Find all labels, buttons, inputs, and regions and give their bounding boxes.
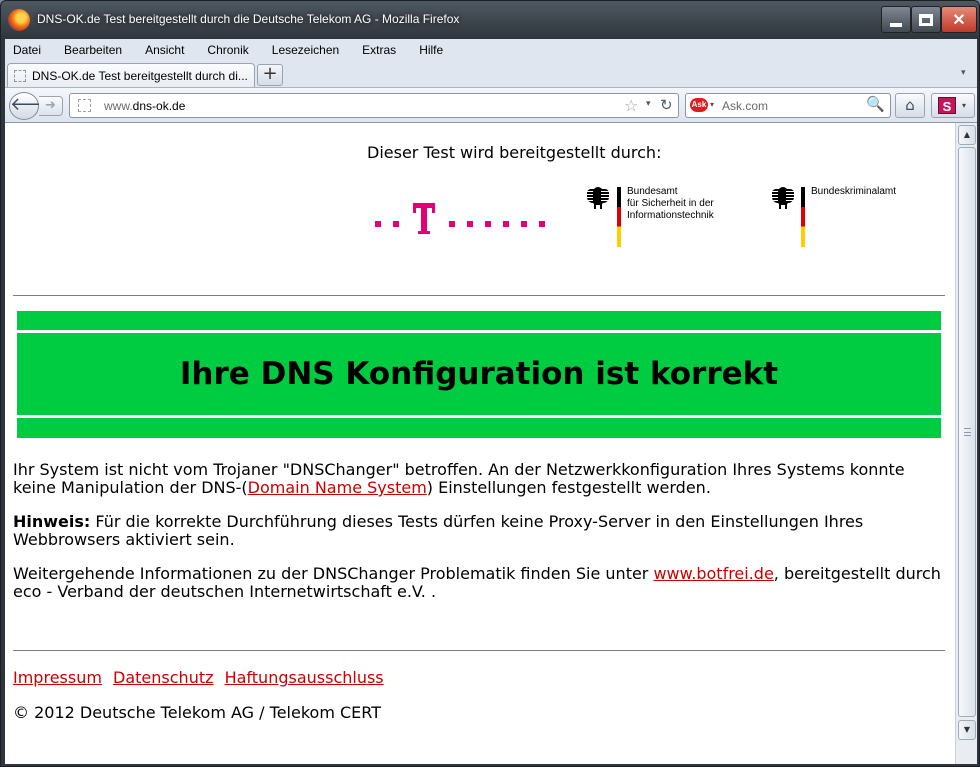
menu-chronik[interactable]: Chronik [203,43,252,57]
menu-hilfe[interactable]: Hilfe [415,43,447,57]
menu-lesezeichen[interactable]: Lesezeichen [268,43,343,57]
hint-paragraph: Hinweis: Für die korrekte Durchführung d… [13,512,864,549]
search-bar[interactable]: Ask ▾ Ask.com 🔍 [685,93,891,118]
menu-bearbeiten[interactable]: Bearbeiten [60,43,126,57]
bookmark-star-icon[interactable]: ☆ [624,96,638,115]
status-banner: Ihre DNS Konfiguration ist korrekt [17,311,941,439]
domain-name-system-link[interactable]: Domain Name System [248,478,427,497]
divider-bottom [13,650,945,651]
title-bar[interactable]: DNS-OK.de Test bereitgestellt durch die … [1,1,979,39]
addon-s-icon: S [938,97,956,114]
haftungsausschluss-link[interactable]: Haftungsausschluss [225,668,384,687]
impressum-link[interactable]: Impressum [13,668,102,687]
url-bar[interactable]: www.dns-ok.de ☆ ▾ ↻ [69,93,679,118]
minimize-button[interactable] [881,6,911,33]
back-button[interactable]: 🡐 [9,92,58,120]
banner-title: Ihre DNS Konfiguration ist korrekt [179,356,779,392]
grip-icon [964,428,971,436]
browser-chrome: Datei Bearbeiten Ansicht Chronik Lesezei… [5,39,977,123]
forward-arrow-icon: ➜ [45,98,56,113]
result-paragraph: Ihr System ist nicht vom Trojaner "DNSCh… [13,460,905,497]
menu-extras[interactable]: Extras [358,43,400,57]
site-identity-icon[interactable] [78,99,91,112]
tab-bar: DNS-OK.de Test bereitgestellt durch di..… [5,61,977,87]
telekom-logo [375,203,547,239]
tab-label: DNS-OK.de Test bereitgestellt durch di..… [32,68,248,83]
search-magnifier-icon[interactable]: 🔍 [866,95,885,113]
close-button[interactable]: ✕ [941,6,977,33]
maximize-button[interactable] [911,6,941,33]
maximize-icon [919,13,933,26]
federal-eagle-icon [772,185,794,209]
botfrei-link[interactable]: www.botfrei.de [653,564,773,583]
url-domain: dns-ok.de [132,99,186,113]
scroll-up-button[interactable]: ▲ [958,125,976,145]
window-title: DNS-OK.de Test bereitgestellt durch die … [37,12,460,26]
menu-bar: Datei Bearbeiten Ansicht Chronik Lesezei… [5,39,977,61]
forward-button[interactable]: ➜ [39,96,63,116]
datenschutz-link[interactable]: Datenschutz [113,668,213,687]
tab-dns-ok[interactable]: DNS-OK.de Test bereitgestellt durch di..… [7,63,255,87]
addon-dropdown-icon[interactable]: ▾ [962,101,966,110]
close-icon: ✕ [952,11,966,29]
bka-text: Bundeskriminalamt [811,186,897,197]
divider-top [13,295,945,296]
bsi-text: Bundesamt für Sicherheit in der Informat… [627,186,714,221]
ask-engine-icon[interactable]: Ask [690,98,708,112]
url-prefix: www. [104,99,133,113]
home-icon: ⌂ [905,96,915,114]
history-dropdown-icon[interactable]: ▾ [646,99,651,109]
minimize-icon [890,22,902,27]
vertical-scrollbar[interactable]: ▲ ▼ [955,123,977,764]
scroll-thumb[interactable] [958,147,976,717]
url-text[interactable]: www.dns-ok.de [104,99,185,113]
page-favicon-icon [14,69,26,82]
menu-datei[interactable]: Datei [9,43,45,57]
info-paragraph: Weitergehende Informationen zu der DNSCh… [13,564,941,601]
federal-eagle-icon [587,185,609,209]
search-input[interactable]: Ask.com [722,99,768,113]
tab-list-chevron-icon[interactable]: ▾ [961,68,966,78]
home-button[interactable]: ⌂ [895,93,925,118]
menu-ansicht[interactable]: Ansicht [141,43,188,57]
addon-s-button[interactable]: S ▾ [931,93,975,118]
new-tab-button[interactable]: + [257,64,283,86]
german-flag-bar [801,187,805,247]
browser-window: DNS-OK.de Test bereitgestellt durch die … [0,0,980,767]
reload-icon[interactable]: ↻ [660,96,673,114]
page-content: Dieser Test wird bereitgestellt durch: B… [5,123,955,764]
sponsor-label: Dieser Test wird bereitgestellt durch: [367,143,662,162]
firefox-icon[interactable] [8,9,30,31]
scroll-down-button[interactable]: ▼ [958,720,976,740]
copyright: © 2012 Deutsche Telekom AG / Telekom CER… [13,703,381,722]
hint-label: Hinweis: [13,512,91,531]
german-flag-bar [617,187,621,247]
search-engine-dropdown-icon[interactable]: ▾ [710,100,714,109]
navigation-toolbar: 🡐 ➜ www.dns-ok.de ☆ ▾ ↻ Ask ▾ Ask.com 🔍 … [5,87,977,123]
footer-links: Impressum Datenschutz Haftungsausschluss [13,668,390,687]
